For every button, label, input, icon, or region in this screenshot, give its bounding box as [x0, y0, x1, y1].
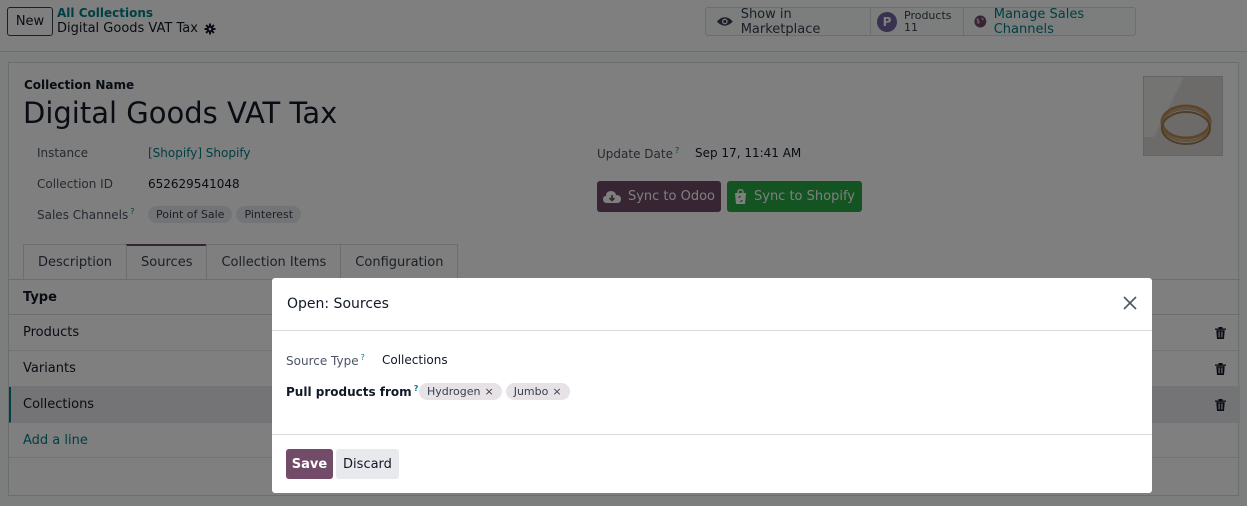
source-type-label-text: Source Type: [286, 354, 359, 368]
dialog-header: Open: Sources: [272, 278, 1152, 331]
dialog-footer: Save Discard: [272, 434, 1152, 493]
source-type-value[interactable]: Collections: [382, 353, 448, 367]
pull-products-from-label-text: Pull products from: [286, 385, 412, 399]
sources-dialog: Open: Sources Source Type? Collections P…: [272, 278, 1152, 493]
tag-hydrogen-label: Hydrogen: [427, 385, 481, 398]
help-tooltip-icon[interactable]: ?: [414, 384, 419, 393]
help-tooltip-icon[interactable]: ?: [361, 353, 365, 362]
save-button[interactable]: Save: [286, 449, 333, 479]
tag-hydrogen: Hydrogen ×: [419, 383, 502, 400]
source-type-label: Source Type?: [286, 353, 365, 368]
dialog-body: Source Type? Collections Pull products f…: [272, 331, 1152, 434]
dialog-title: Open: Sources: [287, 296, 389, 312]
tag-remove-icon[interactable]: ×: [552, 385, 561, 398]
tag-jumbo-label: Jumbo: [513, 385, 549, 398]
discard-button[interactable]: Discard: [336, 449, 399, 479]
tag-remove-icon[interactable]: ×: [485, 385, 494, 398]
tag-jumbo: Jumbo ×: [505, 383, 570, 400]
pull-products-from-label: Pull products from?: [286, 384, 418, 399]
close-icon[interactable]: [1122, 295, 1138, 311]
pull-products-tags[interactable]: Hydrogen × Jumbo ×: [419, 383, 574, 400]
